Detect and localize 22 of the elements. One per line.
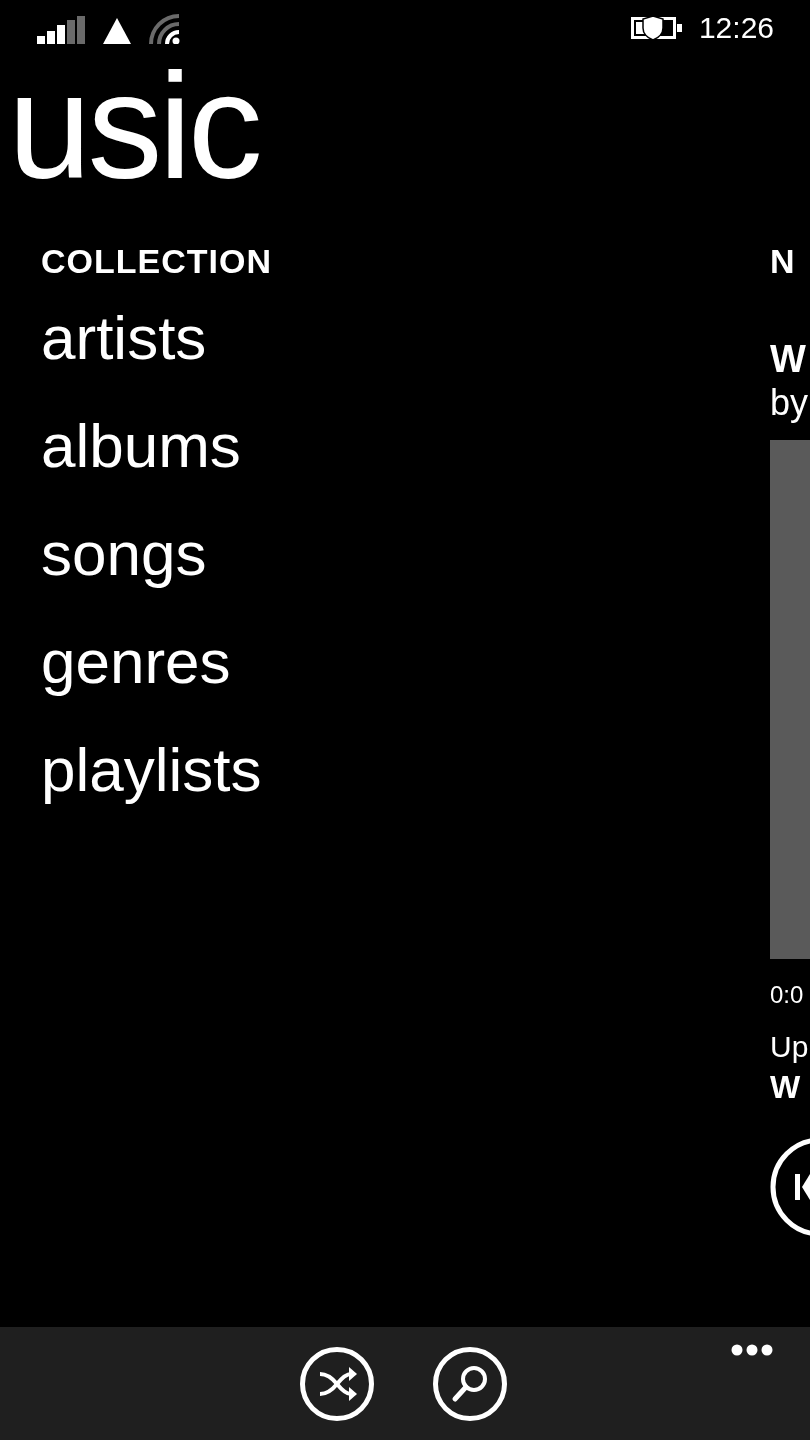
wifi-icon — [149, 14, 181, 44]
collection-item[interactable]: playlists — [41, 716, 262, 824]
section-header: N — [770, 241, 796, 282]
battery-saver-icon — [630, 15, 683, 41]
up-next-track: W — [770, 1068, 801, 1107]
roaming-triangle-icon — [103, 18, 131, 44]
collection-item[interactable]: albums — [41, 392, 241, 500]
collection-item[interactable]: artists — [41, 284, 207, 392]
search-button[interactable] — [433, 1347, 507, 1421]
collection-item[interactable]: genres — [41, 608, 231, 716]
more-icon[interactable] — [731, 1344, 773, 1356]
up-next-label: Up — [770, 1029, 809, 1065]
section-header: COLLECTION — [41, 241, 272, 282]
signal-icon — [37, 16, 85, 44]
elapsed-time: 0:0 — [770, 980, 804, 1010]
status-time: 12:26 — [698, 11, 774, 45]
collection-item[interactable]: songs — [41, 500, 207, 608]
app-title: usic — [8, 56, 260, 206]
track-artist: by — [770, 381, 809, 425]
previous-button[interactable] — [770, 1137, 810, 1237]
shuffle-button[interactable] — [300, 1347, 374, 1421]
track-title: W — [770, 337, 806, 381]
